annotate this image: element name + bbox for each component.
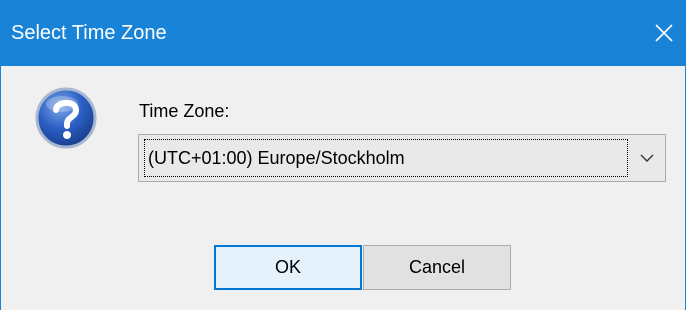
chevron-down-icon: [640, 154, 654, 162]
time-zone-select[interactable]: (UTC+01:00) Europe/Stockholm: [138, 134, 666, 182]
title-bar[interactable]: Select Time Zone: [1, 0, 686, 66]
cancel-button[interactable]: Cancel: [363, 245, 511, 290]
ok-button[interactable]: OK: [214, 245, 362, 290]
close-button[interactable]: [641, 0, 686, 66]
dropdown-button[interactable]: [629, 135, 665, 181]
window-title: Select Time Zone: [11, 22, 167, 44]
time-zone-label: Time Zone:: [139, 101, 230, 121]
time-zone-value: (UTC+01:00) Europe/Stockholm: [148, 148, 405, 168]
question-mark-icon: [35, 87, 97, 149]
close-icon: [655, 24, 673, 42]
select-time-zone-dialog: Select Time Zone Time Zone: (UTC+01:00) …: [0, 0, 686, 310]
